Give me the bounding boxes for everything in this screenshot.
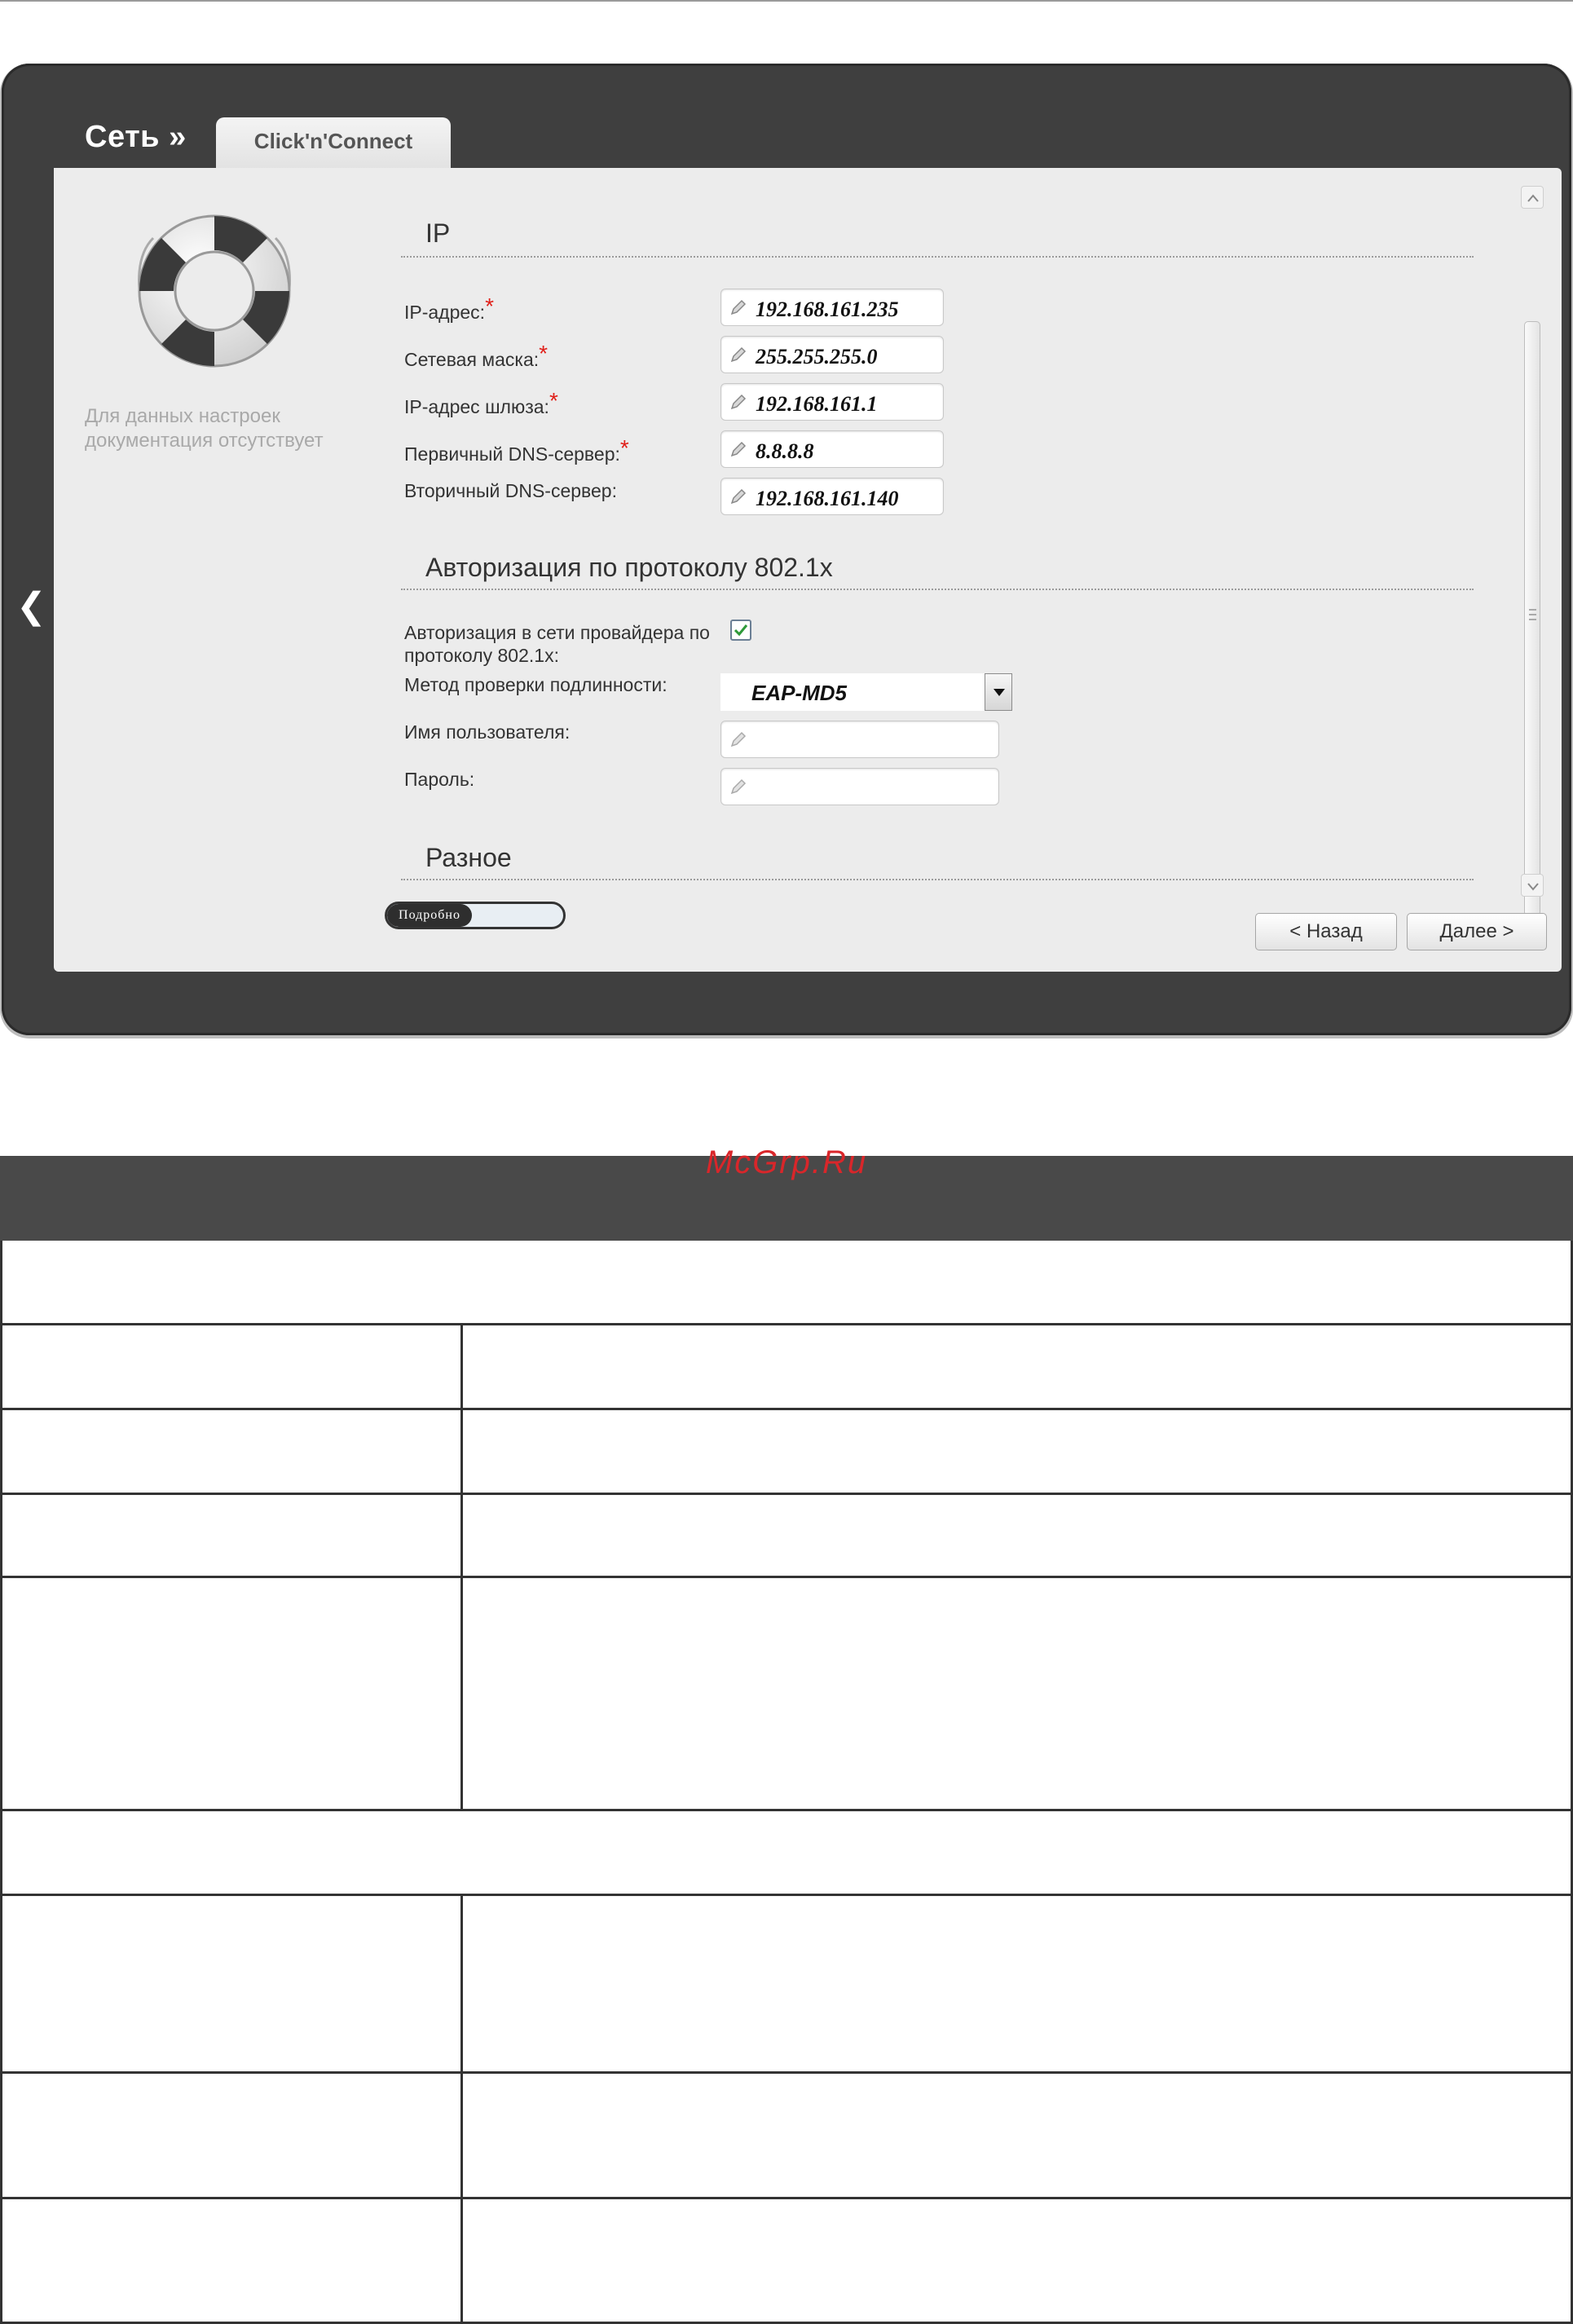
checkmark-icon (734, 624, 748, 637)
divider (401, 879, 1474, 880)
section-title-auth: Авторизация по протоколу 802.1x (425, 553, 833, 582)
back-button[interactable]: < Назад (1255, 913, 1397, 950)
scroll-up-button[interactable] (1521, 186, 1544, 209)
dns-secondary-label: Вторичный DNS-сервер: (404, 480, 617, 501)
scroll-thumb[interactable] (1524, 321, 1540, 916)
section-title-ip: IP (425, 218, 451, 248)
pencil-icon (730, 441, 747, 457)
username-input[interactable] (720, 721, 999, 758)
table-cell (2, 1410, 463, 1493)
table-row (2, 1495, 1571, 1578)
auth-method-label: Метод проверки подлинности: (404, 674, 668, 695)
pencil-icon (730, 731, 747, 747)
chevron-down-icon (1527, 883, 1539, 891)
table-cell (2, 1325, 463, 1408)
auth-method-value: EAP-MD5 (751, 681, 848, 705)
dns-primary-value: 8.8.8.8 (756, 439, 814, 463)
breadcrumb[interactable]: Сеть » (85, 120, 187, 155)
gateway-value: 192.168.161.1 (756, 392, 878, 416)
password-label: Пароль: (404, 769, 475, 790)
chevron-up-icon (1527, 194, 1539, 202)
required-mark: * (539, 341, 549, 366)
table-cell (2, 2199, 463, 2322)
table-row (2, 2199, 1571, 2322)
dns-secondary-input[interactable]: 192.168.161.140 (720, 478, 944, 515)
netmask-value: 255.255.255.0 (756, 345, 878, 368)
netmask-label: Сетевая маска:* (404, 341, 549, 371)
table-cell (2, 1578, 463, 1809)
scroll-track (1524, 210, 1540, 916)
dns-secondary-value: 192.168.161.140 (756, 487, 899, 510)
divider (401, 589, 1474, 590)
dns-primary-label: Первичный DNS-сервер:* (404, 435, 629, 465)
table-section-row (2, 1811, 1571, 1896)
vertical-scrollbar[interactable] (1521, 186, 1544, 916)
pencil-icon (730, 778, 747, 795)
side-note: Для данных настроек документация отсутст… (85, 405, 324, 452)
password-input[interactable] (720, 768, 999, 805)
table-cell (2, 1896, 463, 2071)
scroll-down-button[interactable] (1521, 874, 1544, 897)
details-toggle[interactable]: Подробно (385, 902, 566, 929)
table-row (2, 1896, 1571, 2074)
pencil-icon (730, 299, 747, 315)
auth-enable-label: Авторизация в сети провайдера по протоко… (404, 622, 710, 666)
required-mark: * (549, 388, 558, 413)
gateway-input[interactable]: 192.168.161.1 (720, 383, 944, 421)
table-cell (2, 2074, 463, 2197)
username-label: Имя пользователя: (404, 721, 571, 743)
table-row (2, 2074, 1571, 2199)
collapse-arrow-icon[interactable]: ❮ (16, 585, 46, 627)
ip-address-label: IP-адрес:* (404, 293, 494, 324)
details-toggle-label: Подробно (387, 904, 472, 927)
ip-address-input[interactable]: 192.168.161.235 (720, 289, 944, 326)
tab-click-n-connect[interactable]: Click'n'Connect (216, 117, 451, 170)
netmask-input[interactable]: 255.255.255.0 (720, 336, 944, 373)
auth-method-select[interactable]: EAP-MD5 (720, 673, 1012, 711)
section-title-misc: Разное (425, 843, 512, 872)
required-mark: * (619, 435, 629, 461)
chevron-down-icon[interactable] (985, 673, 1012, 711)
watermark: McGrp.Ru (705, 1144, 868, 1180)
parameter-table (0, 1241, 1573, 2324)
pencil-icon (730, 394, 747, 410)
ip-address-value: 192.168.161.235 (756, 298, 899, 321)
auth-enable-checkbox[interactable] (730, 620, 751, 641)
table-row (2, 1578, 1571, 1811)
grip-icon (1529, 609, 1536, 620)
table-cell (2, 1495, 463, 1576)
required-mark: * (485, 293, 494, 319)
top-rule (0, 0, 1573, 2)
table-section-row (2, 1241, 1571, 1325)
lifebuoy-icon (138, 214, 291, 368)
gateway-label: IP-адрес шлюза:* (404, 388, 558, 418)
pencil-icon (730, 488, 747, 505)
divider (401, 256, 1474, 258)
pencil-icon (730, 346, 747, 363)
table-row (2, 1325, 1571, 1410)
dns-primary-input[interactable]: 8.8.8.8 (720, 430, 944, 468)
next-button[interactable]: Далее > (1407, 913, 1547, 950)
table-row (2, 1410, 1571, 1495)
